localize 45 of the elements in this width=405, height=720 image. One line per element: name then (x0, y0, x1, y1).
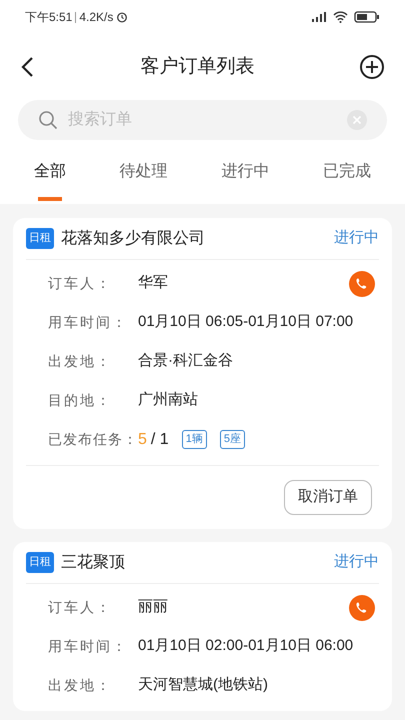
field-label: 订车人： (48, 274, 113, 293)
field-value: 合景·科汇金谷 (138, 351, 234, 372)
field-label: 出发地： (48, 676, 113, 695)
company-name: 三花聚顶 (61, 552, 126, 572)
field-label: 已发布任务： (48, 430, 138, 449)
filter-tab[interactable]: 全部 (34, 160, 66, 184)
field-label: 目的地： (48, 391, 113, 410)
phone-icon[interactable] (349, 270, 375, 296)
spec-chip: 5座 (220, 430, 245, 449)
filter-tab[interactable]: 已完成 (322, 160, 371, 184)
order-status: 进行中 (334, 228, 379, 248)
tab-indicator (38, 197, 62, 201)
spec-chip: 1辆 (182, 430, 207, 449)
field-value: 01月10日 02:00-01月10日 06:00 (138, 636, 354, 656)
filter-tab[interactable]: 进行中 (221, 160, 270, 184)
field-value: 广州南站 (138, 390, 199, 410)
field-value: 01月10日 06:05-01月10日 07:00 (138, 312, 354, 332)
order-card[interactable]: 日租 三花聚顶 进行中 订车人： 丽丽 用车时间： 01月10日 02:00-01月10日 06:00 出发地： 天河智慧城(地铁站) (13, 542, 392, 711)
order-card[interactable]: 日租 花落知多少有限公司 进行中 订车人： 华军 用车时间： 01月10日 06:05-01月10日 07:00 出发地： 合景·科汇金谷 目的地： 广州南站 已发布任务：5 / 1 1辆 5座 取消订单 (13, 218, 392, 529)
task-total: / 1 (150, 430, 169, 450)
add-icon[interactable] (359, 54, 385, 80)
cancel-order-button[interactable]: 取消订单 (284, 480, 372, 515)
field-label: 用车时间： (48, 313, 129, 332)
field-value: 华军 (138, 273, 169, 294)
signal-icon (311, 11, 327, 23)
phone-icon[interactable] (349, 594, 375, 620)
field-label: 出发地： (48, 352, 113, 371)
battery-icon (354, 11, 380, 23)
page-title: 客户订单列表 (140, 54, 256, 79)
search-field[interactable]: 搜索订单 (18, 100, 387, 140)
order-status: 进行中 (334, 552, 379, 572)
search-icon (38, 110, 58, 130)
status-time: 下午5:51 (25, 9, 72, 26)
field-label: 用车时间： (48, 637, 129, 656)
back-icon[interactable] (20, 56, 36, 78)
company-name: 花落知多少有限公司 (61, 228, 206, 248)
rental-tag: 日租 (26, 552, 54, 573)
field-label: 订车人： (48, 598, 113, 617)
task-count: 5 (138, 430, 147, 450)
rental-tag: 日租 (26, 228, 54, 249)
filter-tab[interactable]: 待处理 (120, 160, 168, 184)
field-value: 丽丽 (138, 597, 169, 618)
wifi-icon (333, 11, 348, 23)
network-speed: 4.2K/s (79, 9, 114, 26)
field-value: 天河智慧城(地铁站) (138, 675, 269, 696)
